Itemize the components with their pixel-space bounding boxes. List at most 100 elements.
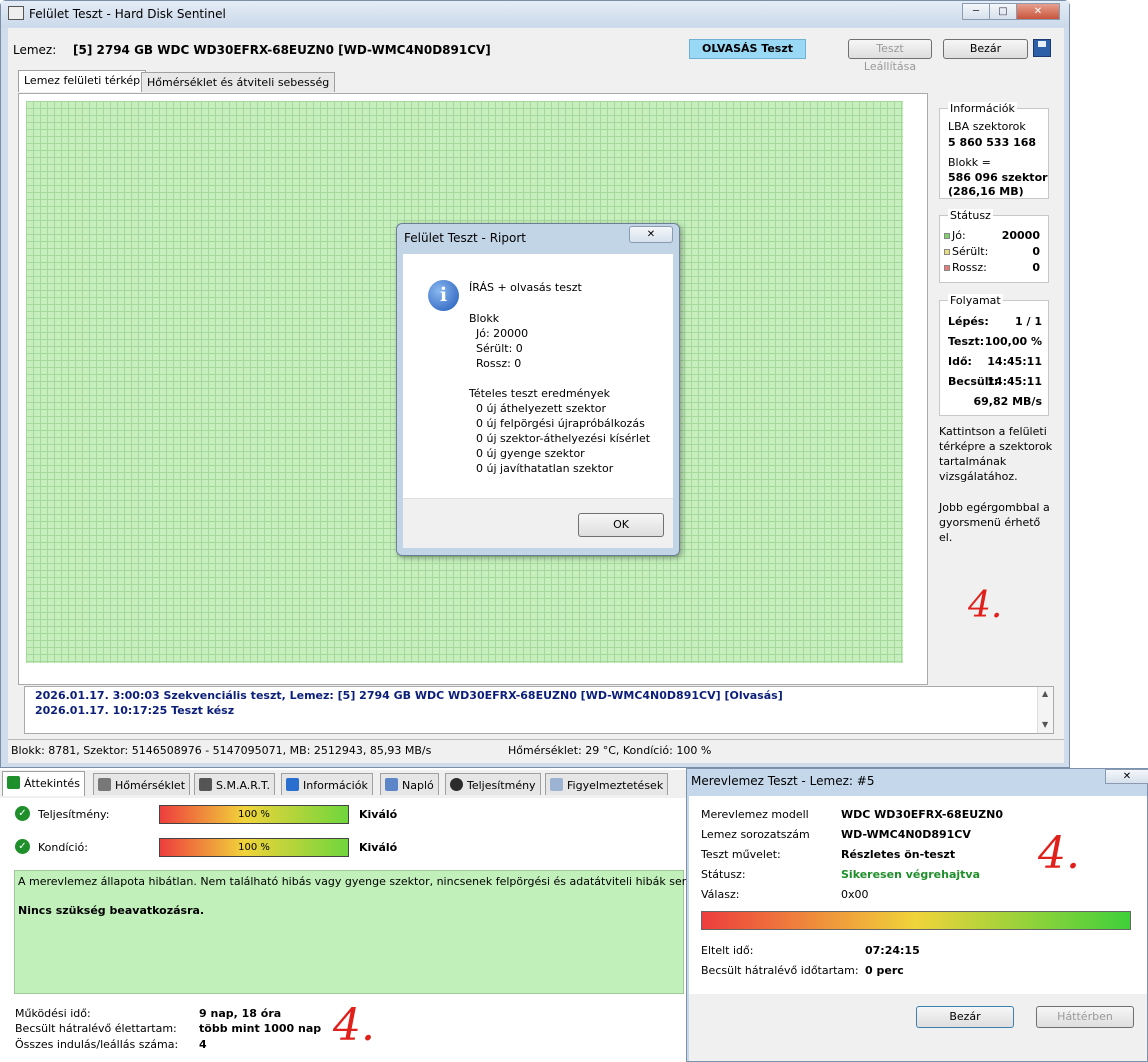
elapsed-label: Eltelt idő:: [701, 944, 754, 957]
hint-line: vizsgálatához.: [939, 470, 1018, 483]
annotation-mark: 4.: [333, 1000, 375, 1051]
app-icon: [8, 6, 24, 20]
info-title: Információk: [948, 102, 1017, 115]
reply-value: 0x00: [841, 888, 869, 901]
ok-icon: [7, 776, 20, 789]
lba-label: LBA szektorok: [948, 120, 1026, 133]
info-small-icon: [286, 778, 299, 791]
report-line: 0 új javíthatatlan szektor: [469, 462, 614, 475]
report-line: 0 új szektor-áthelyezési kísérlet: [469, 432, 651, 445]
tab-information[interactable]: Információk: [281, 773, 373, 795]
status-group: Státusz Jó: 20000 Sérült: 0 Rossz: 0: [939, 209, 1049, 283]
tab-smart[interactable]: S.M.A.R.T.: [194, 773, 275, 795]
minimize-button[interactable]: ─: [962, 3, 990, 20]
time-label: Idő:: [948, 355, 972, 368]
report-line: 0 új felpörgési újrapróbálkozás: [469, 417, 645, 430]
damaged-swatch-icon: [944, 249, 950, 255]
damaged-value: 0: [1032, 245, 1040, 258]
progress-title: Folyamat: [948, 294, 1003, 307]
scroll-down-icon[interactable]: ▼: [1042, 720, 1048, 729]
test-value: 100,00 %: [984, 335, 1042, 348]
report-line: [469, 371, 650, 386]
selftest-footer: Bezár Háttérben: [689, 994, 1147, 1061]
good-label: Jó:: [952, 229, 966, 242]
stop-test-button[interactable]: Teszt Leállítása: [848, 39, 932, 73]
tab-warnings[interactable]: Figyelmeztetések: [545, 773, 669, 795]
operation-label: Teszt művelet:: [701, 848, 781, 861]
report-dialog: Felület Teszt - Riport ✕ i ÍRÁS + olvasá…: [396, 223, 680, 556]
performance-bar: 100 %: [159, 805, 349, 824]
estimated-value: 14:45:11: [987, 375, 1042, 388]
model-value: WDC WD30EFRX-68EUZN0: [841, 808, 1003, 821]
start-stop-value: 4: [199, 1038, 207, 1051]
check-icon: ✓: [15, 806, 30, 821]
good-swatch-icon: [944, 233, 950, 239]
test-mode-badge: OLVASÁS Teszt: [689, 39, 806, 59]
health-message-box: A merevlemez állapota hibátlan. Nem talá…: [14, 870, 686, 994]
report-line: 0 új áthelyezett szektor: [469, 402, 607, 415]
test-label: Teszt:: [948, 335, 985, 348]
serial-label: Lemez sorozatszám: [701, 828, 810, 841]
tab-overview[interactable]: Áttekintés: [2, 771, 85, 796]
selftest-body: Merevlemez modell WDC WD30EFRX-68EUZN0 L…: [689, 796, 1147, 994]
report-line: Rossz: 0: [469, 357, 522, 370]
lba-value: 5 860 533 168: [948, 136, 1037, 149]
selftest-title: Merevlemez Teszt - Lemez: #5: [691, 774, 875, 788]
tab-performance[interactable]: Teljesítmény: [445, 773, 541, 795]
health-message-bold: Nincs szükség beavatkozásra.: [18, 904, 205, 917]
performance-rating: Kiváló: [359, 808, 398, 821]
remaining-life-value: több mint 1000 nap: [199, 1022, 322, 1035]
background-button[interactable]: Háttérben: [1036, 1006, 1134, 1028]
remaining-life-label: Becsült hátralévő élettartam:: [15, 1022, 177, 1035]
dialog-body: i ÍRÁS + olvasás teszt Blokk Jó: 20000 S…: [403, 254, 673, 498]
tab-surface-map[interactable]: Lemez felületi térkép: [18, 70, 147, 92]
log-icon: [385, 778, 398, 791]
scroll-up-icon[interactable]: ▲: [1042, 689, 1048, 698]
log-scrollbar[interactable]: ▲ ▼: [1037, 687, 1053, 733]
status-title: Státusz: [948, 209, 993, 222]
close-button[interactable]: Bezár: [943, 39, 1028, 59]
model-label: Merevlemez modell: [701, 808, 809, 821]
condition-bar: 100 %: [159, 838, 349, 857]
condition-label: Kondíció:: [38, 841, 88, 854]
disk-value: [5] 2794 GB WDC WD30EFRX-68EUZN0 [WD-WMC…: [73, 43, 491, 57]
window-title: Felület Teszt - Hard Disk Sentinel: [29, 7, 226, 21]
uptime-label: Működési idő:: [15, 1007, 91, 1020]
tab-temperature[interactable]: Hőmérséklet: [93, 773, 191, 795]
maximize-button[interactable]: □: [989, 3, 1017, 20]
status-bar: Blokk: 8781, Szektor: 5146508976 - 51470…: [8, 739, 1064, 759]
document-icon: [550, 778, 563, 791]
hint-line: el.: [939, 531, 953, 544]
damaged-label: Sérült:: [952, 245, 989, 258]
tab-label: Napló: [402, 779, 434, 792]
report-line: Tételes teszt eredmények: [469, 387, 611, 400]
selftest-close-button[interactable]: Bezár: [916, 1006, 1014, 1028]
performance-label: Teljesítmény:: [38, 808, 110, 821]
save-icon[interactable]: [1033, 39, 1051, 57]
selftest-status-value: Sikeresen végrehajtva: [841, 868, 980, 881]
hint-line: Kattintson a felületi: [939, 425, 1047, 438]
report-line: 0 új gyenge szektor: [469, 447, 585, 460]
elapsed-value: 07:24:15: [865, 944, 920, 957]
log-list[interactable]: 2026.01.17. 3:00:03 Szekvenciális teszt,…: [24, 686, 1054, 734]
hint-line: tartalmának: [939, 455, 1007, 468]
hint-line: Jobb egérgombbal a: [939, 501, 1050, 514]
dialog-heading: ÍRÁS + olvasás teszt: [469, 281, 582, 294]
hint-click-map: Kattintson a felületi térképre a szektor…: [939, 424, 1057, 484]
dialog-footer: OK: [403, 498, 673, 548]
tab-label: Teljesítmény: [467, 779, 536, 792]
dialog-close-button[interactable]: ✕: [629, 226, 673, 243]
bad-label: Rossz:: [952, 261, 987, 274]
selftest-window: Merevlemez Teszt - Lemez: #5 ✕ Merevleme…: [686, 768, 1148, 1062]
step-value: 1 / 1: [1015, 315, 1042, 328]
time-value: 14:45:11: [987, 355, 1042, 368]
selftest-status-label: Státusz:: [701, 868, 746, 881]
title-bar[interactable]: Felület Teszt - Hard Disk Sentinel ─ □ ✕: [1, 1, 1069, 27]
dialog-report-lines: Blokk Jó: 20000 Sérült: 0 Rossz: 0 Tétel…: [469, 311, 650, 476]
info-icon: i: [428, 280, 459, 311]
close-window-button[interactable]: ✕: [1016, 3, 1060, 20]
ok-button[interactable]: OK: [578, 513, 664, 537]
selftest-close-icon[interactable]: ✕: [1105, 769, 1148, 784]
tab-log[interactable]: Napló: [380, 773, 439, 795]
tab-temperature-speed[interactable]: Hőmérséklet és átviteli sebesség: [141, 72, 336, 92]
